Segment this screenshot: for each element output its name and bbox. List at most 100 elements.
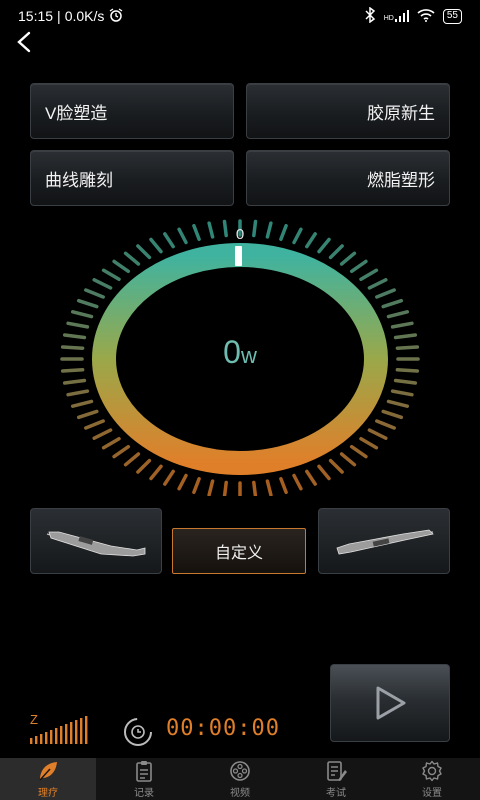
back-button[interactable] (10, 28, 38, 56)
gauge-tick (349, 444, 368, 459)
handpiece-left-button[interactable] (30, 508, 162, 574)
gauge-tick (92, 428, 113, 440)
tab-video[interactable]: 视频 (192, 758, 288, 800)
mode-collagen-button[interactable]: 胶原新生 (246, 83, 450, 139)
mode-fat-burn-button[interactable]: 燃脂塑形 (246, 150, 450, 206)
gauge-tick (328, 244, 344, 260)
gauge-tick (359, 436, 379, 450)
tab-records-label: 记录 (134, 787, 154, 799)
gauge-tick (381, 298, 404, 309)
mode-curve-label: 曲线雕刻 (45, 170, 113, 190)
gear-icon (422, 760, 442, 781)
status-time: 15:15 (18, 8, 54, 24)
bluetooth-icon (364, 6, 376, 26)
mode-curve-button[interactable]: 曲线雕刻 (30, 150, 234, 206)
wifi-icon (417, 8, 435, 25)
custom-mode-label: 自定义 (214, 545, 263, 562)
gauge-tick (386, 399, 410, 408)
gauge-tick (136, 458, 152, 474)
signal-bar (35, 736, 38, 744)
gauge-tick (112, 444, 131, 459)
signal-bar (85, 716, 88, 744)
gauge-tick (375, 419, 396, 430)
exam-icon (327, 760, 347, 781)
signal-bar (65, 724, 68, 744)
gauge-tick (265, 479, 273, 496)
status-separator: | (57, 8, 61, 24)
gauge-tick (66, 389, 90, 397)
gauge-tick (149, 464, 163, 481)
mode-v-face-button[interactable]: V脸塑造 (30, 83, 234, 139)
signal-bar (45, 732, 48, 744)
gauge-tick (192, 477, 201, 495)
gauge-tick (84, 288, 105, 299)
handpiece-right-button[interactable] (318, 508, 450, 574)
mode-v-face-label: V脸塑造 (45, 103, 108, 123)
signal-bar (55, 728, 58, 744)
battery-indicator: 55 (442, 8, 462, 24)
tab-settings[interactable]: 设置 (384, 758, 480, 800)
tab-settings-label: 设置 (422, 787, 442, 799)
tab-treatment[interactable]: 理疗 (0, 758, 96, 800)
gauge-tick (84, 419, 105, 430)
tab-exam[interactable]: 考试 (288, 758, 384, 800)
tab-records[interactable]: 记录 (96, 758, 192, 800)
gauge-tick (76, 409, 99, 420)
gauge-tick (177, 473, 188, 491)
start-button[interactable] (330, 664, 450, 742)
gauge-tick (123, 251, 141, 266)
gauge-tick (101, 268, 121, 282)
gauge-power-readout: 0w (58, 334, 422, 371)
signal-strength-label: Z (30, 712, 38, 727)
mode-collagen-label: 胶原新生 (367, 103, 435, 123)
handpiece-wand-icon (336, 529, 434, 555)
bottom-tab-bar: 理疗 记录 视频 考试 设置 (0, 758, 480, 800)
video-icon (230, 760, 250, 781)
gauge-tick (381, 409, 404, 420)
gauge-tick (339, 452, 357, 467)
tab-exam-label: 考试 (326, 787, 346, 799)
status-bar: 15:15 | 0.0K/s HD 55 (0, 0, 480, 32)
gauge-pointer[interactable] (235, 246, 242, 266)
gauge-tick (66, 321, 90, 329)
gauge-tick (207, 479, 215, 496)
handpiece-probe-icon (46, 531, 146, 557)
gauge-tick (292, 473, 303, 491)
signal-bar (80, 718, 83, 744)
gauge-tick (328, 458, 344, 474)
gauge-tick (136, 244, 152, 260)
chevron-left-icon (17, 31, 31, 53)
gauge-tick (123, 452, 141, 467)
custom-mode-button[interactable]: 自定义 (172, 528, 306, 574)
gauge-tick (390, 321, 414, 329)
gauge-tick (222, 480, 228, 496)
alarm-icon (108, 7, 124, 26)
gauge-tick (393, 378, 418, 385)
signal-bar (60, 726, 63, 744)
treatment-timer: 00:00:00 (166, 716, 280, 741)
gauge-tick (112, 259, 131, 274)
tab-video-label: 视频 (230, 787, 250, 799)
status-network-speed: 0.0K/s (64, 8, 105, 24)
gauge-tick (367, 428, 388, 440)
cellular-signal-icon: HD (384, 10, 409, 22)
gauge-tick (359, 268, 379, 282)
gauge-tick (349, 259, 368, 274)
signal-bar (70, 722, 73, 744)
leaf-icon (39, 761, 57, 780)
gauge-unit: w (240, 343, 257, 368)
gauge-tick (305, 469, 317, 486)
gauge-tick (375, 288, 396, 299)
power-gauge[interactable]: 0 0w (58, 218, 422, 496)
gauge-tick (101, 436, 121, 450)
gauge-tick (62, 378, 87, 385)
gauge-tick (279, 477, 288, 495)
gauge-tick (252, 480, 258, 496)
gauge-zero-label: 0 (235, 226, 245, 243)
signal-bar (75, 720, 78, 744)
gauge-tick (76, 298, 99, 309)
signal-bar (30, 738, 33, 744)
signal-bar (40, 734, 43, 744)
play-icon (376, 686, 406, 720)
gauge-tick (70, 310, 94, 319)
